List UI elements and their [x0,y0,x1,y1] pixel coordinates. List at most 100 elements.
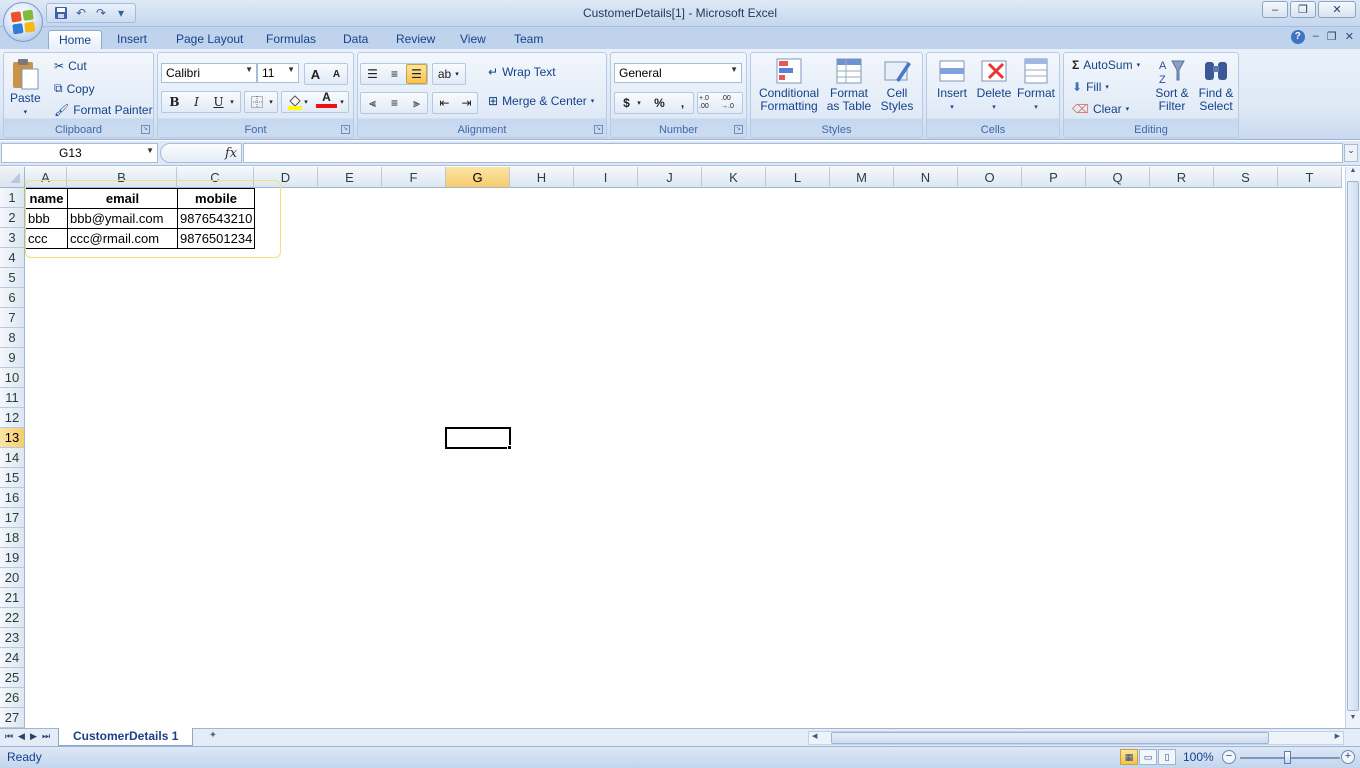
align-bottom-icon[interactable]: ☰ [406,64,427,84]
comma-button[interactable]: , [672,93,693,113]
align-center-icon[interactable]: ≡ [384,93,405,113]
ribbon-close-icon[interactable]: ✕ [1345,30,1354,44]
font-launcher-icon[interactable]: ↘ [341,125,350,134]
row-header-23[interactable]: 23 [0,628,25,648]
decrease-decimal-button[interactable]: .00 →.0 [721,93,742,113]
align-left-icon[interactable]: ⫷ [362,93,383,113]
sort-filter-button[interactable]: AZ Sort & Filter [1150,56,1194,113]
zoom-slider-thumb[interactable] [1284,751,1291,764]
row-header-15[interactable]: 15 [0,468,25,488]
autosum-button[interactable]: Σ AutoSum ▾ [1072,58,1140,72]
row-header-5[interactable]: 5 [0,268,25,288]
office-button[interactable] [3,2,43,42]
align-top-icon[interactable]: ☰ [362,64,383,84]
cell-styles-button[interactable]: Cell Styles [875,56,919,113]
zoom-out-icon[interactable]: − [1222,750,1236,764]
font-name-combo[interactable]: Calibri ▼ [161,63,257,83]
insert-cells-button[interactable]: Insert ▾ [931,56,973,114]
clear-button[interactable]: ⌫ Clear ▾ [1072,102,1129,116]
scroll-up-icon[interactable]: ▲ [1347,167,1359,179]
column-header-t[interactable]: T [1278,167,1342,188]
restore-button[interactable]: ❐ [1290,1,1316,18]
shrink-font-button[interactable]: A [326,64,347,84]
format-as-table-button[interactable]: Format as Table [823,56,875,113]
row-header-4[interactable]: 4 [0,248,25,268]
row-header-8[interactable]: 8 [0,328,25,348]
row-header-6[interactable]: 6 [0,288,25,308]
expand-formula-bar-icon[interactable]: ⌄ [1344,144,1358,162]
font-size-combo[interactable]: 11 ▼ [257,63,299,83]
chevron-down-icon[interactable]: ▾ [633,93,645,113]
column-header-q[interactable]: Q [1086,167,1150,188]
clipboard-launcher-icon[interactable]: ↘ [141,125,150,134]
vertical-scroll-thumb[interactable] [1347,181,1359,711]
row-header-3[interactable]: 3 [0,228,25,248]
ribbon-minimize-icon[interactable]: – [1313,30,1319,44]
paste-button[interactable]: Paste ▾ [10,57,41,119]
normal-view-icon[interactable]: ▦ [1120,749,1138,765]
column-header-g[interactable]: G [446,167,510,188]
chevron-down-icon[interactable]: ▾ [226,92,238,112]
row-header-20[interactable]: 20 [0,568,25,588]
tab-home[interactable]: Home [48,30,103,50]
tab-review[interactable]: Review [386,30,445,50]
percent-button[interactable]: % [649,93,670,113]
row-header-27[interactable]: 27 [0,708,25,728]
align-middle-icon[interactable]: ≡ [384,64,405,84]
column-header-e[interactable]: E [318,167,382,188]
last-sheet-icon[interactable]: ⏭ [42,731,50,742]
sheet-tab-customerdetails[interactable]: CustomerDetails 1 [58,728,194,746]
row-header-12[interactable]: 12 [0,408,25,428]
tab-formulas[interactable]: Formulas [256,30,326,50]
column-header-l[interactable]: L [766,167,830,188]
column-header-r[interactable]: R [1150,167,1214,188]
column-header-o[interactable]: O [958,167,1022,188]
increase-indent-icon[interactable]: ⇥ [456,93,477,113]
column-header-k[interactable]: K [702,167,766,188]
column-header-m[interactable]: M [830,167,894,188]
horizontal-scrollbar[interactable]: ◀ ▶ [808,731,1344,745]
wrap-text-button[interactable]: ↵ Wrap Text [488,65,556,79]
row-header-21[interactable]: 21 [0,588,25,608]
tab-insert[interactable]: Insert [107,30,157,50]
row-header-14[interactable]: 14 [0,448,25,468]
chevron-down-icon[interactable]: ▾ [300,92,312,112]
column-header-i[interactable]: I [574,167,638,188]
cut-button[interactable]: ✂ Cut [54,59,87,73]
align-right-icon[interactable]: ⫸ [406,93,427,113]
zoom-in-icon[interactable]: + [1341,750,1355,764]
format-cells-button[interactable]: Format ▾ [1015,56,1057,114]
column-header-n[interactable]: N [894,167,958,188]
row-header-13[interactable]: 13 [0,428,25,448]
column-header-f[interactable]: F [382,167,446,188]
row-header-17[interactable]: 17 [0,508,25,528]
copy-button[interactable]: ⧉ Copy [54,81,95,96]
formula-input[interactable] [243,143,1343,163]
horizontal-scroll-thumb[interactable] [831,732,1269,744]
next-sheet-icon[interactable]: ▶ [30,731,37,742]
vertical-scrollbar[interactable]: ▲ ▼ [1345,167,1360,728]
row-header-18[interactable]: 18 [0,528,25,548]
prev-sheet-icon[interactable]: ◀ [18,731,25,742]
format-painter-button[interactable]: 🖌 Format Painter [54,103,153,117]
fill-handle[interactable] [507,445,512,450]
tab-page-layout[interactable]: Page Layout [166,30,253,50]
orientation-button[interactable]: ab ▾ [432,63,466,85]
first-sheet-icon[interactable]: ⏮ [5,731,13,742]
name-box[interactable]: G13 ▼ [1,143,158,163]
tab-data[interactable]: Data [333,30,378,50]
number-launcher-icon[interactable]: ↘ [734,125,743,134]
scroll-left-icon[interactable]: ◀ [812,732,817,740]
column-header-h[interactable]: H [510,167,574,188]
ribbon-restore-icon[interactable]: ❐ [1327,30,1337,44]
row-header-7[interactable]: 7 [0,308,25,328]
page-break-view-icon[interactable]: ▯ [1158,749,1176,765]
row-header-25[interactable]: 25 [0,668,25,688]
scroll-right-icon[interactable]: ▶ [1335,732,1340,740]
help-icon[interactable]: ? [1290,30,1305,44]
font-color-button[interactable]: A [316,90,337,108]
grow-font-button[interactable]: A [305,64,326,84]
tab-view[interactable]: View [450,30,496,50]
row-header-9[interactable]: 9 [0,348,25,368]
tab-team[interactable]: Team [504,30,553,50]
